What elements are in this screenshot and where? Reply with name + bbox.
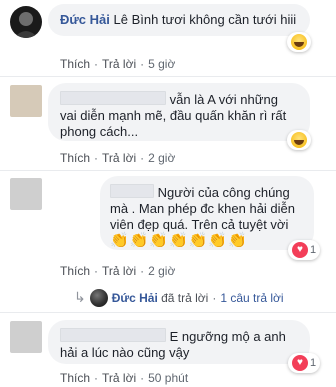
comment-bubble-3: Người của công chúng mà . Man phép đc kh…: [100, 176, 314, 250]
reaction-count: 1: [310, 357, 317, 369]
timestamp: 50 phút: [148, 371, 189, 385]
clapping-hands-emoji: 👏👏👏👏👏👏👏: [110, 232, 248, 249]
like-link[interactable]: Thích: [60, 57, 90, 71]
divider: [0, 170, 336, 171]
comment-text-1: Lê Bình tươi không cần tưới hiii: [113, 12, 297, 27]
redacted-name: [60, 328, 166, 342]
haha-emoji-icon: [291, 132, 307, 148]
reply-summary[interactable]: ↳ Đức Hải đã trả lời · 1 câu trả lời: [74, 289, 284, 307]
like-link[interactable]: Thích: [60, 371, 90, 385]
reply-count-link[interactable]: 1 câu trả lời: [220, 291, 283, 305]
reply-arrow-icon: ↳: [74, 289, 86, 305]
comment-actions-1: Thích · Trả lời · 5 giờ: [60, 57, 176, 71]
comment-actions-3: Thích · Trả lời · 2 giờ: [60, 264, 176, 278]
avatar-duc-hai[interactable]: [10, 6, 42, 38]
replier-name[interactable]: Đức Hải: [112, 291, 158, 305]
heart-reaction-icon: ♥: [292, 355, 308, 371]
comment-text-4a: E ngưỡng mộ a anh: [169, 329, 286, 344]
reply-link[interactable]: Trả lời: [102, 57, 136, 71]
comment-actions-2: Thích · Trả lời · 2 giờ: [60, 151, 176, 165]
comment-bubble-1: Đức Hải Lê Bình tươi không cần tưới hiii: [48, 4, 310, 36]
comment-text-2a: vẫn là A với những: [169, 92, 278, 107]
timestamp: 5 giờ: [148, 57, 176, 71]
avatar-user-2[interactable]: [10, 85, 42, 117]
like-link[interactable]: Thích: [60, 264, 90, 278]
redacted-name: [60, 91, 166, 105]
timestamp: 2 giờ: [148, 151, 176, 165]
divider: [0, 312, 336, 313]
comment-text-3b: mà . Man phép đc khen hải diễn viên đẹp …: [110, 201, 296, 232]
reply-link[interactable]: Trả lời: [102, 371, 136, 385]
comment-text-3a: Người của công chúng: [157, 185, 290, 200]
comment-author-1[interactable]: Đức Hải: [60, 12, 110, 27]
comment-bubble-4: E ngưỡng mộ a anh hải a lúc nào cũng vậy: [48, 320, 310, 364]
reply-link[interactable]: Trả lời: [102, 264, 136, 278]
like-link[interactable]: Thích: [60, 151, 90, 165]
comment-actions-4: Thích · Trả lời · 50 phút: [60, 371, 189, 385]
comment-text-2b: vai diễn mạnh mẽ, đầu quấn khăn rì rất p…: [60, 108, 287, 139]
reaction-badge-4[interactable]: ♥ 1: [288, 353, 321, 373]
reply-action-text: đã trả lời: [161, 291, 209, 305]
reaction-badge-2[interactable]: [287, 130, 311, 150]
reaction-badge-3[interactable]: ♥ 1: [288, 240, 321, 260]
avatar-user-3[interactable]: [10, 178, 42, 210]
redacted-name: [110, 184, 154, 198]
divider: [0, 76, 336, 77]
comment-text-4b: hải a lúc nào cũng vậy: [60, 345, 190, 360]
reaction-count: 1: [310, 244, 317, 256]
haha-emoji-icon: [291, 34, 307, 50]
reply-link[interactable]: Trả lời: [102, 151, 136, 165]
timestamp: 2 giờ: [148, 264, 176, 278]
avatar-user-4[interactable]: [10, 321, 42, 353]
heart-reaction-icon: ♥: [292, 242, 308, 258]
comment-bubble-2: vẫn là A với những vai diễn mạnh mẽ, đầu…: [48, 83, 310, 141]
reaction-badge-1[interactable]: [287, 32, 311, 52]
replier-avatar: [89, 289, 108, 307]
